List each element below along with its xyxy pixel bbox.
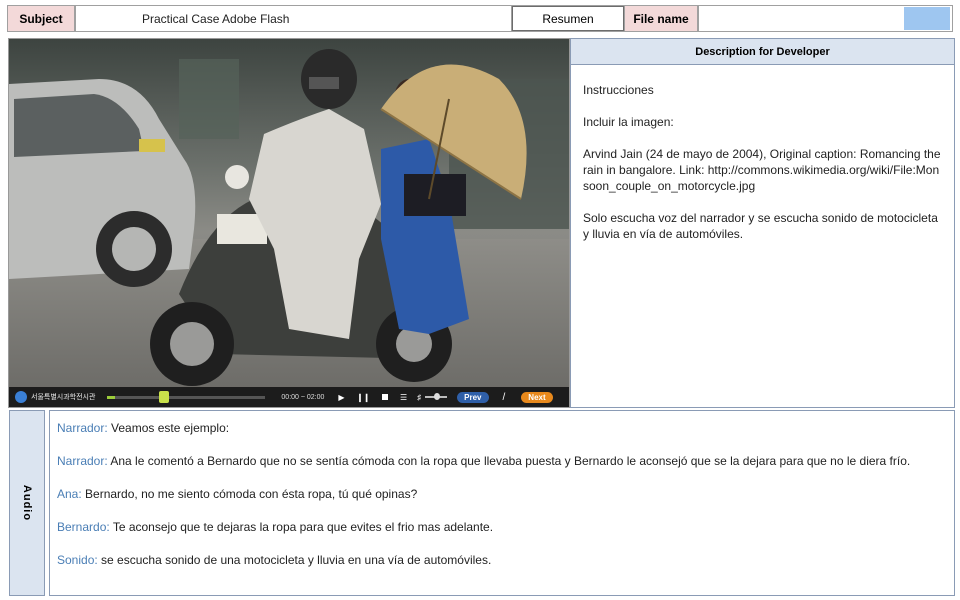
- dialogue-text: Bernardo, no me siento cómoda con ésta r…: [85, 487, 418, 501]
- description-header: Description for Developer: [570, 38, 955, 65]
- speaker-label: Narrador:: [57, 421, 108, 435]
- speaker-label: Sonido:: [57, 553, 98, 567]
- speaker-label: Ana:: [57, 487, 82, 501]
- description-line: Incluir la imagen:: [583, 115, 674, 129]
- dialogue-line: Narrador: Ana le comentó a Bernardo que …: [57, 453, 946, 469]
- photo-panel: 서울특별시과학전시관 00:00 ~ 02:00 ▶ ❙❙ ☰ ♯ Prev /…: [8, 38, 570, 408]
- prev-button[interactable]: Prev: [457, 391, 489, 403]
- audio-tab: Audio: [9, 410, 45, 596]
- file-name-label: File name: [624, 5, 698, 32]
- speaker-label: Bernardo:: [57, 520, 110, 534]
- volume-slider[interactable]: [425, 393, 448, 400]
- play-icon[interactable]: ▶: [338, 393, 344, 402]
- next-button[interactable]: Next: [521, 391, 553, 403]
- subject-label: Subject: [7, 5, 75, 32]
- dialogue-text: Veamos este ejemplo:: [111, 421, 230, 435]
- description-body: Instrucciones Incluir la imagen: Arvind …: [570, 65, 955, 408]
- dialogue-line: Narrador: Veamos este ejemplo:: [57, 420, 946, 436]
- progress-handle[interactable]: [159, 390, 170, 403]
- dialogue-text: se escucha sonido de una motocicleta y l…: [101, 553, 492, 567]
- stop-icon[interactable]: [381, 394, 388, 400]
- progress-track[interactable]: [107, 390, 266, 403]
- menu-icon[interactable]: ☰: [400, 393, 407, 402]
- audio-script: Narrador: Veamos este ejemplo: Narrador:…: [49, 410, 955, 596]
- player-logo-icon: [15, 391, 27, 403]
- dialogue-text: Te aconsejo que te dejaras la ropa para …: [112, 520, 494, 534]
- progress-fill: [107, 395, 116, 399]
- scooter-photo: [9, 39, 569, 389]
- dialogue-text: Ana le comentó a Bernardo que no se sent…: [110, 454, 911, 468]
- volume-handle[interactable]: [434, 393, 441, 400]
- time-readout: 00:00 ~ 02:00: [281, 393, 325, 401]
- pause-icon[interactable]: ❙❙: [357, 393, 370, 402]
- dialogue-line: Bernardo: Te aconsejo que te dejaras la …: [57, 519, 946, 535]
- description-line: Solo escucha voz del narrador y se escuc…: [583, 211, 938, 241]
- player-brand: 서울특별시과학전시관: [31, 394, 96, 401]
- speaker-label: Narrador:: [57, 454, 108, 468]
- audio-tab-label: Audio: [21, 484, 33, 522]
- dialogue-line: Ana: Bernardo, no me siento cómoda con é…: [57, 486, 946, 502]
- resumen-button[interactable]: Resumen: [512, 6, 624, 31]
- file-swatch: [904, 7, 950, 30]
- subject-field[interactable]: Practical Case Adobe Flash: [75, 5, 512, 32]
- description-line: Arvind Jain (24 de mayo de 2004), Origin…: [583, 147, 941, 193]
- player-control-bar: 서울특별시과학전시관 00:00 ~ 02:00 ▶ ❙❙ ☰ ♯ Prev /…: [9, 387, 569, 407]
- description-line: Instrucciones: [583, 83, 654, 97]
- dialogue-line: Sonido: se escucha sonido de una motocic…: [57, 552, 946, 568]
- volume-icon[interactable]: ♯: [417, 393, 421, 402]
- separator-icon: /: [502, 391, 506, 403]
